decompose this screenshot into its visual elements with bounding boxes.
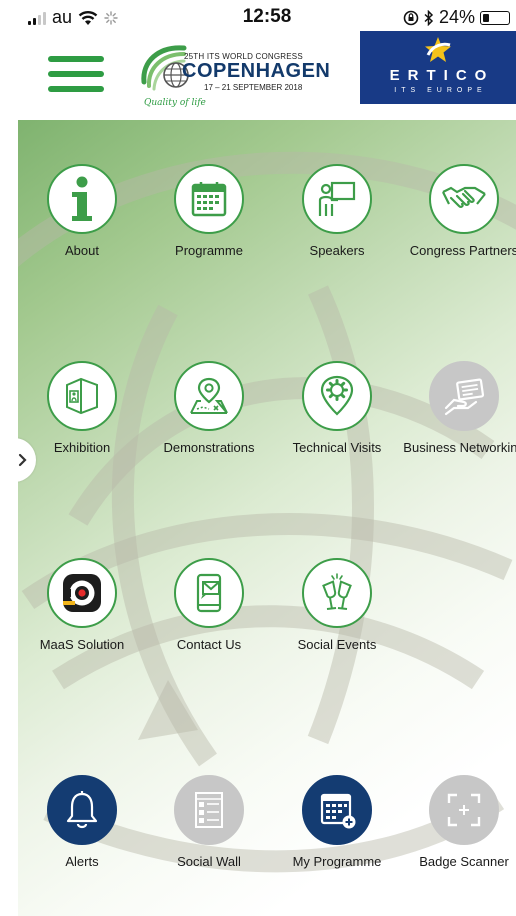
tile-label: My Programme (292, 854, 382, 869)
tile-exhibition[interactable]: Exhibition (18, 361, 152, 455)
business-card-icon (444, 378, 485, 416)
gear-pin-icon (320, 375, 354, 416)
ertico-name: ERTICO (389, 67, 495, 84)
tile-badge-scanner[interactable]: Badge Scanner (394, 775, 516, 869)
tile-circle (47, 164, 117, 234)
tile-contact-us[interactable]: Contact Us (139, 558, 279, 652)
tile-circle (302, 775, 372, 845)
tile-circle (302, 361, 372, 431)
logo-tagline: Quality of life (144, 98, 206, 108)
tile-demonstrations[interactable]: Demonstrations (139, 361, 279, 455)
tile-label: Alerts (65, 854, 99, 869)
tile-circle (47, 775, 117, 845)
tile-speakers[interactable]: Speakers (267, 164, 407, 258)
chevron-right-icon (18, 453, 27, 467)
champagne-glasses-icon (322, 573, 352, 610)
tile-circle (429, 164, 499, 234)
battery-icon (480, 10, 510, 25)
bluetooth-icon (424, 9, 434, 26)
calendar-add-icon (320, 793, 356, 829)
tile-label: Contact Us (176, 637, 242, 652)
logo-dates: 17 – 21 SEPTEMBER 2018 (204, 83, 303, 92)
app-header: 25TH ITS WORLD CONGRESS COPENHAGEN 17 – … (18, 31, 516, 120)
tile-label: Congress Partners (409, 243, 516, 258)
tile-business-networking[interactable]: Business Networking (394, 361, 516, 455)
bell-icon (66, 791, 98, 829)
tile-circle (174, 775, 244, 845)
ertico-star-icon (425, 37, 451, 62)
tile-label: Social Events (297, 637, 377, 652)
phone-message-icon (196, 573, 222, 613)
tile-label: Speakers (309, 243, 365, 258)
map-pin-icon (190, 377, 228, 414)
tile-circle (174, 164, 244, 234)
tile-label: Demonstrations (163, 440, 255, 455)
ertico-logo[interactable]: ERTICO ITS EUROPE (360, 31, 516, 104)
its-copenhagen-logo: 25TH ITS WORLD CONGRESS COPENHAGEN 17 – … (138, 38, 330, 116)
tile-programme[interactable]: Programme (139, 164, 279, 258)
app-screen: au 12:58 24% 25TH ITS WORLD CONGRESS COP… (18, 0, 516, 916)
tile-circle (174, 361, 244, 431)
tile-social-wall[interactable]: Social Wall (139, 775, 279, 869)
tile-circle (47, 558, 117, 628)
tile-circle (429, 361, 499, 431)
ertico-subtitle: ITS EUROPE (394, 87, 487, 94)
calendar-icon (191, 182, 227, 217)
tile-technical-visits[interactable]: Technical Visits (267, 361, 407, 455)
presenter-icon (318, 181, 356, 216)
handshake-icon (442, 186, 486, 208)
tile-circle (174, 558, 244, 628)
tile-circle (302, 558, 372, 628)
tile-label: Technical Visits (292, 440, 382, 455)
orientation-lock-icon (403, 10, 419, 25)
tile-circle (47, 361, 117, 431)
tile-about[interactable]: About (18, 164, 152, 258)
tile-label: Social Wall (177, 854, 241, 869)
home-grid-area: About Programme Speakers Congress Partne… (18, 120, 516, 916)
tile-label: Exhibition (53, 440, 111, 455)
tile-label: Programme (175, 243, 243, 258)
hamburger-menu-icon[interactable] (48, 56, 104, 92)
tile-label: Badge Scanner (419, 854, 509, 869)
logo-city: COPENHAGEN (182, 60, 331, 82)
tile-congress-partners[interactable]: Congress Partners (394, 164, 516, 258)
tile-label: MaaS Solution (39, 637, 125, 652)
tile-maas-solution[interactable]: MaaS Solution (18, 558, 152, 652)
battery-percent: 24% (438, 7, 475, 27)
tile-alerts[interactable]: Alerts (18, 775, 152, 869)
exhibition-booth-icon (66, 377, 98, 415)
status-bar: au 12:58 24% (18, 0, 516, 34)
tile-social-events[interactable]: Social Events (267, 558, 407, 652)
status-right: 24% (403, 7, 510, 28)
info-icon (72, 176, 92, 221)
tile-circle (302, 164, 372, 234)
tile-my-programme[interactable]: My Programme (267, 775, 407, 869)
scan-frame-icon (447, 793, 481, 827)
tile-circle (429, 775, 499, 845)
tile-label: Business Networking (403, 440, 516, 455)
maas-logo-icon (63, 574, 101, 612)
social-wall-icon (195, 792, 223, 828)
tile-label: About (65, 243, 99, 258)
